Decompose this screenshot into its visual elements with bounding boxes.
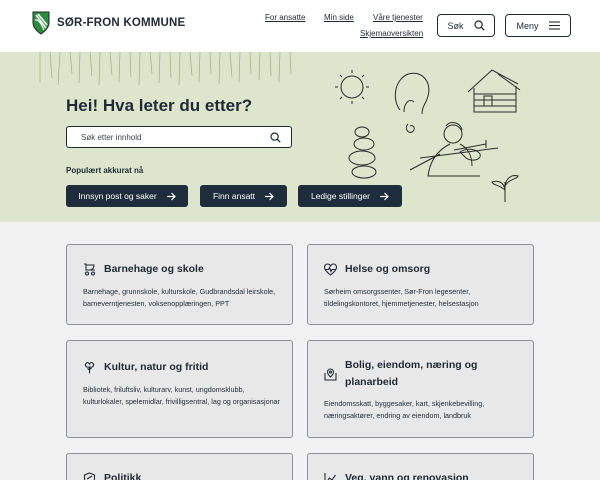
- arrow-right-icon: [265, 192, 274, 200]
- card-title: Kultur, natur og fritid: [104, 361, 209, 373]
- link-for-ansatte[interactable]: For ansatte: [265, 13, 305, 22]
- search-input[interactable]: [67, 127, 257, 147]
- search-icon[interactable]: [270, 132, 281, 143]
- person-silhouette-icon: [394, 72, 430, 133]
- heart-pulse-icon: [324, 263, 337, 276]
- card-bolig-eiendom[interactable]: Bolig, eiendom, næring og planarbeid Eie…: [307, 340, 534, 438]
- hero-section: Hei! Hva leter du etter? Populært akkura…: [0, 52, 600, 222]
- card-title: Veg, vann og renovasjon: [345, 472, 469, 480]
- search-button[interactable]: Søk: [437, 14, 495, 37]
- link-min-side[interactable]: Min side: [324, 13, 354, 22]
- card-title: Helse og omsorg: [345, 263, 431, 275]
- link-skjemaoversikten[interactable]: Skjemaoversikten: [360, 29, 423, 38]
- site-header: SØR-FRON KOMMUNE For ansatte Min side Vå…: [0, 0, 600, 52]
- logo[interactable]: SØR-FRON KOMMUNE: [32, 11, 185, 35]
- violinist-icon: [409, 122, 499, 177]
- quicklink-label: Finn ansatt: [212, 191, 256, 201]
- search-field[interactable]: [66, 126, 292, 148]
- link-vare-tjenester[interactable]: Våre tjenester: [373, 13, 423, 22]
- map-pin-icon: [324, 368, 337, 381]
- municipality-shield-icon: [32, 11, 50, 35]
- card-helse-og-omsorg[interactable]: Helse og omsorg Sørheim omsorgssenter, S…: [307, 244, 534, 325]
- sun-icon: [335, 70, 369, 104]
- hero-illustration: [335, 69, 521, 202]
- popular-label: Populært akkurat nå: [66, 166, 144, 175]
- menu-button[interactable]: Meny: [505, 14, 571, 37]
- logo-text: SØR-FRON KOMMUNE: [57, 17, 186, 29]
- card-veg-vann-og-renovasjon[interactable]: Veg, vann og renovasjon: [307, 453, 534, 480]
- search-icon: [473, 20, 485, 31]
- shield-icon: [83, 472, 96, 480]
- quicklink-innsyn[interactable]: Innsyn post og saker: [66, 185, 188, 207]
- search-button-label: Søk: [447, 20, 464, 31]
- quicklink-label: Innsyn post og saker: [78, 191, 157, 201]
- card-barnehage-og-skole[interactable]: Barnehage og skole Barnehage, grunnskole…: [66, 244, 293, 325]
- card-kultur-natur-og-fritid[interactable]: Kultur, natur og fritid Bibliotek, frilu…: [66, 340, 293, 438]
- card-title: Bolig, eiendom, næring og planarbeid: [345, 359, 478, 388]
- card-description: Barnehage, grunnskole, kulturskole, Gudb…: [83, 287, 276, 308]
- tree-icon: [84, 362, 95, 374]
- cabin-icon: [467, 69, 521, 113]
- card-title: Barnehage og skole: [104, 263, 204, 275]
- hamburger-icon: [548, 21, 560, 30]
- stroller-icon: [84, 263, 96, 276]
- hero-title: Hei! Hva leter du etter?: [66, 96, 253, 115]
- card-description: Bibliotek, friluftsliv, kulturarv, kunst…: [83, 385, 280, 406]
- chart-line-icon: [324, 473, 336, 480]
- arrow-right-icon: [166, 192, 176, 200]
- card-title: Politikk: [104, 472, 142, 480]
- stacked-stones-icon: [348, 126, 377, 179]
- card-politikk[interactable]: Politikk: [66, 453, 293, 480]
- quicklink-finn-ansatt[interactable]: Finn ansatt: [200, 185, 287, 207]
- menu-button-label: Meny: [516, 20, 539, 31]
- card-description: Eiendomsskatt, byggesaker, kart, skjenke…: [324, 399, 485, 420]
- sprout-icon: [491, 175, 519, 202]
- card-description: Sørheim omsorgssenter, Sør-Fron legesent…: [324, 287, 479, 308]
